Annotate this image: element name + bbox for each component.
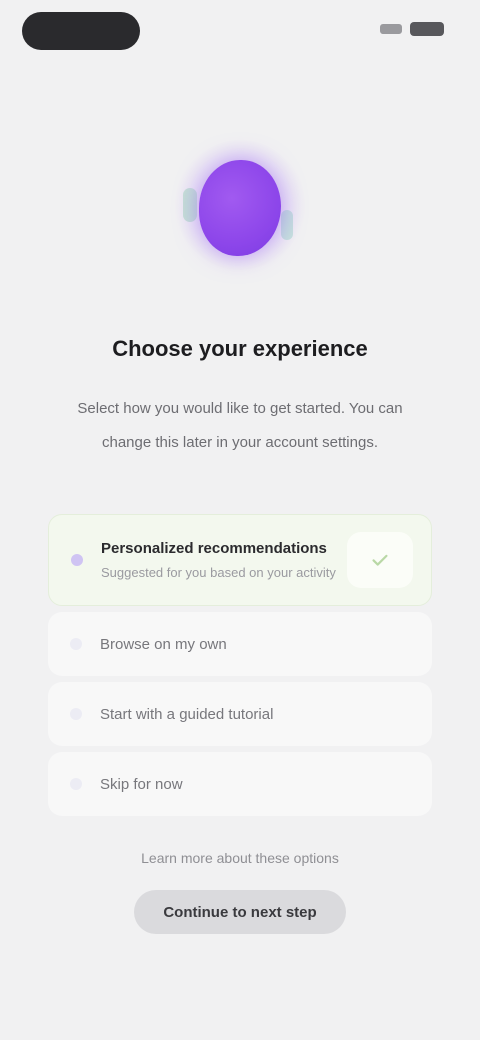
option-subtitle: Suggested for you based on your activity (101, 565, 336, 580)
radio-icon (70, 638, 82, 650)
dynamic-island (22, 12, 140, 50)
option-label: Browse on my own (100, 635, 227, 653)
hero-accent-right (281, 210, 293, 240)
option-browse[interactable]: Browse on my own (48, 612, 432, 676)
hero-accent-left (183, 188, 197, 222)
option-label: Skip for now (100, 775, 183, 793)
battery-icon (410, 22, 444, 36)
option-personalized[interactable]: Personalized recommendations Suggested f… (48, 514, 432, 606)
checkmark-icon (347, 532, 413, 588)
page-title: Choose your experience (112, 336, 368, 361)
option-tutorial[interactable]: Start with a guided tutorial (48, 682, 432, 746)
page-description: Select how you would like to get started… (77, 400, 403, 451)
radio-icon (70, 708, 82, 720)
option-label: Personalized recommendations (101, 540, 327, 557)
continue-button[interactable]: Continue to next step (134, 890, 346, 934)
signal-icon (380, 24, 402, 34)
radio-icon (71, 554, 83, 566)
radio-icon (70, 778, 82, 790)
hero-illustration (175, 140, 305, 270)
option-label: Start with a guided tutorial (100, 705, 274, 723)
option-skip[interactable]: Skip for now (48, 752, 432, 816)
status-indicators (380, 22, 444, 36)
option-list: Personalized recommendations Suggested f… (48, 514, 432, 816)
learn-more-link[interactable]: Learn more about these options (0, 850, 480, 866)
